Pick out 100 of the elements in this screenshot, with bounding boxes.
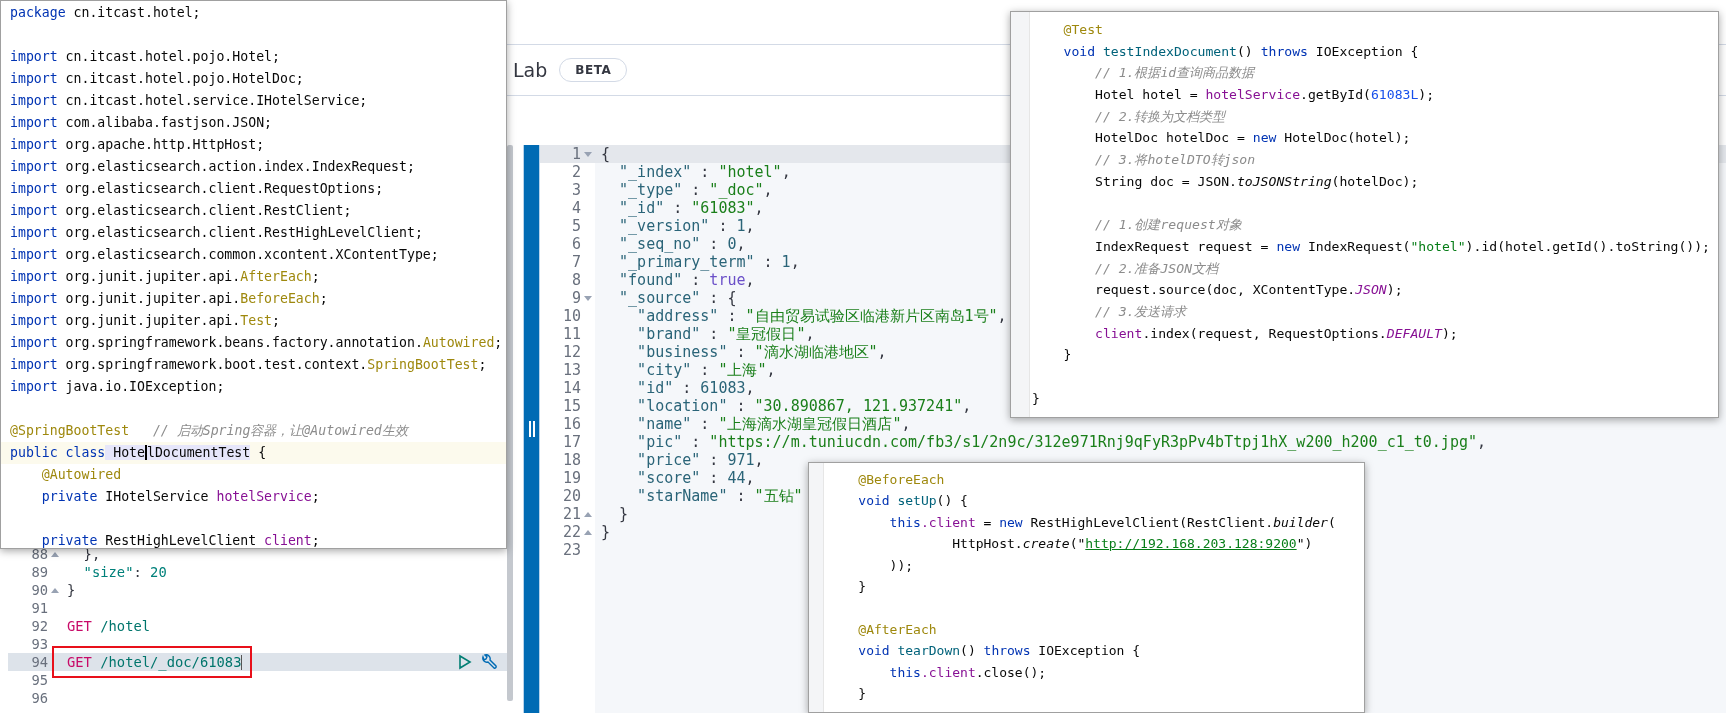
line-number: 16 (561, 415, 581, 433)
code-line: // 2.转换为文档类型 (1094, 108, 1226, 124)
line-number: 4 (570, 199, 581, 217)
code-line: } (857, 578, 867, 594)
code-line: package cn.itcast.hotel; (10, 5, 201, 20)
code-line: import cn.itcast.hotel.pojo.Hotel; (10, 49, 280, 64)
line-number: 1 (570, 145, 581, 163)
line-number: 17 (561, 433, 581, 451)
tab-title[interactable]: Lab (513, 59, 548, 81)
code-line: } (67, 582, 76, 598)
code-line: import org.elasticsearch.client.RestHighLevelClient; (10, 225, 423, 240)
code-line: import org.junit.jupiter.api.BeforeEach; (10, 291, 328, 306)
code-line: } (618, 505, 629, 523)
code-line: "_type" : "_doc", (618, 181, 773, 199)
code-line: import java.io.IOException; (10, 379, 225, 394)
fold-arrow-icon[interactable] (584, 529, 592, 535)
code-line: this.client.close(); (888, 664, 1047, 680)
line-number: 23 (561, 541, 581, 559)
code-line: "score" : 44, (636, 469, 755, 487)
code-line: import org.springframework.beans.factory.annotation.Autowired; (10, 335, 503, 350)
line-number: 89 (30, 563, 48, 581)
code-line: } (1032, 390, 1040, 406)
line-number: 21 (561, 505, 581, 523)
line-number: 10 (561, 307, 581, 325)
code-line: GET /hotel/_doc/61083 (67, 654, 243, 670)
fold-arrow-icon[interactable] (51, 551, 59, 557)
code-line: IndexRequest request = new IndexRequest("hotel").id(hotel.getId().toString()); (1094, 238, 1710, 254)
line-number: 5 (570, 217, 581, 235)
code-line: import org.elasticsearch.client.RequestOptions; (10, 181, 384, 196)
code-line: "_index" : "hotel", (618, 163, 791, 181)
fold-arrow-icon[interactable] (51, 587, 59, 593)
code-line: import cn.itcast.hotel.pojo.HotelDoc; (10, 71, 304, 86)
code-line: "_id" : "61083", (618, 199, 764, 217)
code-line: import org.springframework.boot.test.context.SpringBootTest; (10, 357, 487, 372)
code-line: } (600, 523, 611, 541)
code-line: "_version" : 1, (618, 217, 755, 235)
line-number: 94 (30, 653, 48, 671)
code-line: "_primary_term" : 1, (618, 253, 800, 271)
fold-arrow-icon[interactable] (584, 511, 592, 517)
code-line: { (600, 145, 611, 163)
code-line: import cn.itcast.hotel.service.IHotelService; (10, 93, 368, 108)
line-number: 14 (561, 379, 581, 397)
code-line: // 2.准备JSON文档 (1094, 260, 1218, 276)
line-number: 95 (30, 671, 48, 689)
line-number: 13 (561, 361, 581, 379)
code-line: Hotel hotel = hotelService.getById(61083L); (1094, 87, 1435, 103)
wrench-icon[interactable] (480, 653, 497, 671)
code-line: HttpHost.create("http://192.168.203.128:9200") (951, 536, 1313, 552)
code-line: import org.junit.jupiter.api.Test; (10, 313, 280, 328)
fold-arrow-icon[interactable] (584, 151, 592, 157)
line-number: 96 (30, 689, 48, 707)
code-line: @AfterEach (857, 621, 937, 637)
code-line: @Autowired (40, 467, 122, 482)
line-number: 7 (570, 253, 581, 271)
line-number: 20 (561, 487, 581, 505)
code-line: @Test (1062, 22, 1103, 37)
code-line: public class Hote lDocumentTest { (10, 445, 267, 460)
scrollbar[interactable] (507, 145, 513, 701)
line-number: 15 (561, 397, 581, 415)
code-line: } (1062, 347, 1072, 363)
code-line: import org.elasticsearch.action.index.IndexRequest; (10, 159, 415, 174)
code-line: String doc = JSON.toJSONString(hotelDoc); (1094, 173, 1419, 189)
code-line: private RestHighLevelClient client; (41, 533, 320, 548)
code-line: "location" : "30.890867, 121.937241", (636, 397, 972, 415)
code-line: "found" : true, (618, 271, 755, 289)
code-line: void setUp() { (857, 493, 968, 509)
line-number: 22 (561, 523, 581, 541)
code-line: "address" : "自由贸易试验区临港新片区南岛1号", (636, 307, 1007, 325)
code-line: void tearDown() throws IOException { (857, 643, 1141, 659)
code-line: import org.apache.http.HttpHost; (10, 137, 265, 152)
line-number: 3 (570, 181, 581, 199)
line-number: 93 (30, 635, 48, 653)
line-number: 91 (30, 599, 48, 617)
play-icon[interactable] (458, 653, 472, 670)
line-number: 88 (30, 546, 48, 563)
resize-handle[interactable] (523, 145, 540, 713)
code-line: GET /hotel (67, 618, 151, 634)
code-line: "price" : 971, (636, 451, 764, 469)
code-line: "starName" : "五钻" (636, 487, 803, 505)
fold-arrow-icon[interactable] (584, 295, 592, 301)
code-line: "name" : "上海滴水湖皇冠假日酒店", (636, 415, 911, 433)
code-line: "size": 20 (82, 564, 167, 580)
line-number: 18 (561, 451, 581, 469)
code-line: import org.elasticsearch.client.RestClient; (10, 203, 352, 218)
code-line: "_seq_no" : 0, (618, 235, 746, 253)
line-number: 8 (570, 271, 581, 289)
line-number: 6 (570, 235, 581, 253)
line-number: 19 (561, 469, 581, 487)
code-line: HotelDoc hotelDoc = new HotelDoc(hotel); (1094, 130, 1411, 146)
code-line: this.client = new RestHighLevelClient(RestClient.builder( (888, 514, 1336, 530)
code-line: import org.elasticsearch.common.xcontent.XContentType; (10, 247, 439, 262)
code-line: request.source(doc, XContentType.JSON); (1094, 282, 1403, 298)
code-line: @SpringBootTest // 启动Spring容器，让@Autowired生效 (10, 423, 408, 438)
code-line: @BeforeEach (857, 472, 945, 487)
code-line: void testIndexDocument() throws IOException { (1062, 43, 1419, 59)
code-line: import org.junit.jupiter.api.AfterEach; (10, 269, 320, 284)
code-line: "pic" : "https://m.tuniucdn.com/fb3/s1/2n9c/312e971Rnj9qFyR3pPv4bTtpj1hX_w200_h200_c1_t0.jpg", (636, 433, 1487, 451)
code-line: client.index(request, RequestOptions.DEFAULT); (1094, 325, 1458, 341)
grip-icon (528, 421, 535, 437)
code-line: import com.alibaba.fastjson.JSON; (10, 115, 272, 130)
